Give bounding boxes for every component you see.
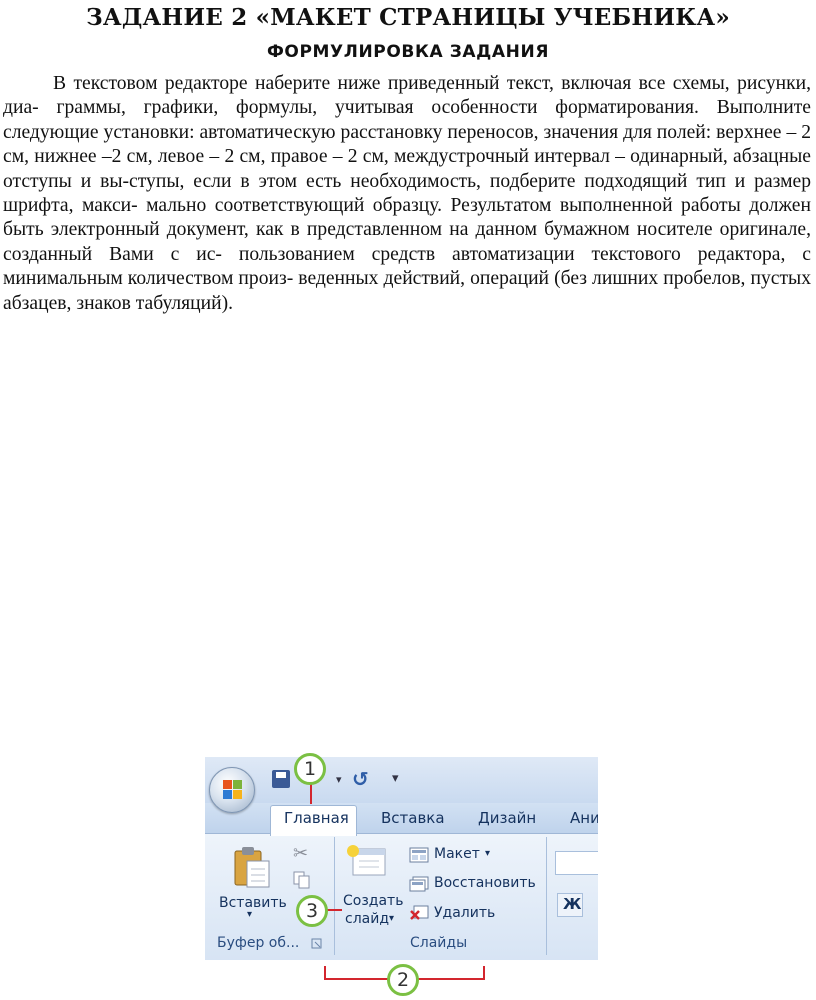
tab-home[interactable]: Главная: [284, 809, 349, 827]
quick-access-toolbar: ▾ ↺ ▾: [260, 767, 400, 793]
font-name-field[interactable]: [555, 851, 598, 875]
office-button[interactable]: [209, 767, 255, 813]
save-icon[interactable]: [272, 770, 290, 788]
bold-label: Ж: [563, 895, 582, 913]
delete-icon[interactable]: [409, 905, 429, 921]
callout-1: 1: [294, 753, 326, 785]
tab-design[interactable]: Дизайн: [478, 809, 536, 827]
group-divider: [334, 837, 335, 955]
group-divider: [546, 837, 547, 955]
layout-icon[interactable]: [409, 847, 429, 863]
slides-group-label: Слайды: [410, 935, 468, 951]
tab-insert[interactable]: Вставка: [381, 809, 445, 827]
layout-dropdown-icon[interactable]: ▾: [485, 848, 490, 859]
callout-2: 2: [387, 964, 419, 996]
callout-1-line: [310, 784, 312, 804]
paste-button-label[interactable]: Вставить: [219, 895, 287, 911]
callout-3: 3: [296, 895, 328, 927]
dialog-launcher-icon[interactable]: [311, 938, 323, 950]
paste-dropdown-icon[interactable]: ▾: [247, 909, 252, 920]
customize-toolbar-icon[interactable]: ▾: [392, 771, 399, 786]
ribbon-screenshot: ▾ ↺ ▾ Главная Вставка Дизайн Ани Вставит…: [205, 757, 598, 960]
new-slide-label-line1[interactable]: Создать: [343, 893, 403, 909]
new-slide-label-line2[interactable]: слайд: [345, 911, 389, 927]
document-page: ЗАДАНИЕ 2 «МАКЕТ СТРАНИЦЫ УЧЕБНИКА» ФОРМ…: [0, 0, 816, 1000]
office-logo-icon: [223, 780, 243, 800]
tab-animation[interactable]: Ани: [570, 809, 598, 827]
reset-button-label[interactable]: Восстановить: [434, 875, 536, 891]
page-title: ЗАДАНИЕ 2 «МАКЕТ СТРАНИЦЫ УЧЕБНИКА»: [86, 4, 730, 31]
clipboard-group-label: Буфер об...: [217, 935, 300, 951]
cut-icon[interactable]: ✂: [293, 843, 308, 864]
bold-button[interactable]: Ж: [557, 893, 583, 917]
delete-button-label[interactable]: Удалить: [434, 905, 495, 921]
new-slide-icon[interactable]: [345, 843, 387, 879]
reset-icon[interactable]: [409, 876, 429, 892]
new-slide-dropdown-icon[interactable]: ▾: [389, 913, 394, 924]
task-paragraph: В текстовом редакторе наберите ниже прив…: [3, 73, 811, 314]
undo-dropdown-icon[interactable]: ▾: [336, 773, 342, 786]
layout-button-label[interactable]: Макет: [434, 846, 480, 862]
section-subtitle: ФОРМУЛИРОВКА ЗАДАНИЯ: [266, 42, 550, 62]
copy-icon[interactable]: [293, 871, 311, 889]
undo-icon[interactable]: ↺: [352, 767, 369, 791]
paste-icon[interactable]: [233, 845, 273, 889]
